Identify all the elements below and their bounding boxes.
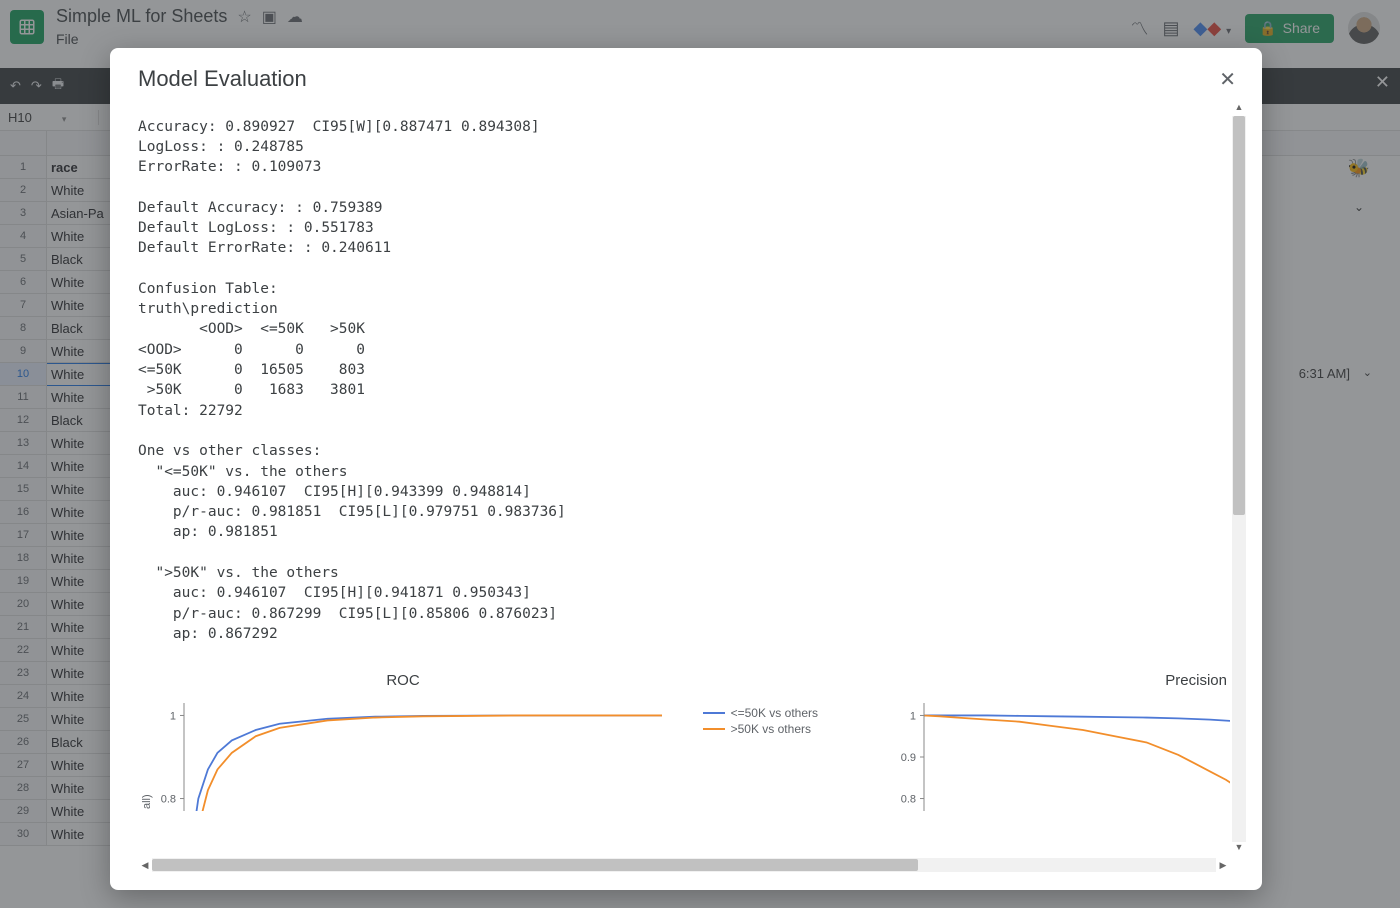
svg-text:all): all) <box>141 795 153 810</box>
chart-legend: <=50K vs others >50K vs others <box>703 706 818 738</box>
scroll-down-icon[interactable]: ▼ <box>1232 842 1246 856</box>
dialog-content: Accuracy: 0.890927 CI95[W][0.887471 0.89… <box>138 102 1230 856</box>
svg-text:0.8: 0.8 <box>901 794 916 806</box>
roc-chart-svg: 0.8 1 all) <box>138 697 668 817</box>
svg-text:1: 1 <box>910 711 916 723</box>
chart-title: Precision R <box>878 672 1230 689</box>
pr-chart-svg: 0.8 0.9 1 <box>878 697 1230 817</box>
scroll-up-icon[interactable]: ▲ <box>1232 102 1246 116</box>
scroll-right-icon[interactable]: ▶ <box>1216 858 1230 872</box>
svg-text:1: 1 <box>170 711 176 723</box>
vertical-scrollbar-thumb[interactable] <box>1233 116 1245 515</box>
metrics-text: Accuracy: 0.890927 CI95[W][0.887471 0.89… <box>138 117 1230 645</box>
svg-text:0.8: 0.8 <box>161 794 176 806</box>
model-evaluation-dialog: Model Evaluation ✕ Accuracy: 0.890927 CI… <box>110 48 1262 890</box>
scroll-left-icon[interactable]: ◀ <box>138 858 152 872</box>
svg-text:0.9: 0.9 <box>901 752 916 764</box>
pr-chart: Precision R 0.8 0.9 1 <box>878 672 1230 817</box>
close-icon[interactable]: ✕ <box>1219 67 1236 92</box>
horizontal-scrollbar[interactable]: ◀ ▶ <box>138 858 1230 872</box>
horizontal-scrollbar-thumb[interactable] <box>152 859 918 871</box>
roc-chart: ROC 0.81all) <=50K vs others >50K vs oth… <box>138 672 668 817</box>
vertical-scrollbar[interactable]: ▲ ▼ <box>1232 102 1246 856</box>
chart-title: ROC <box>138 672 668 689</box>
dialog-title: Model Evaluation <box>138 66 307 92</box>
